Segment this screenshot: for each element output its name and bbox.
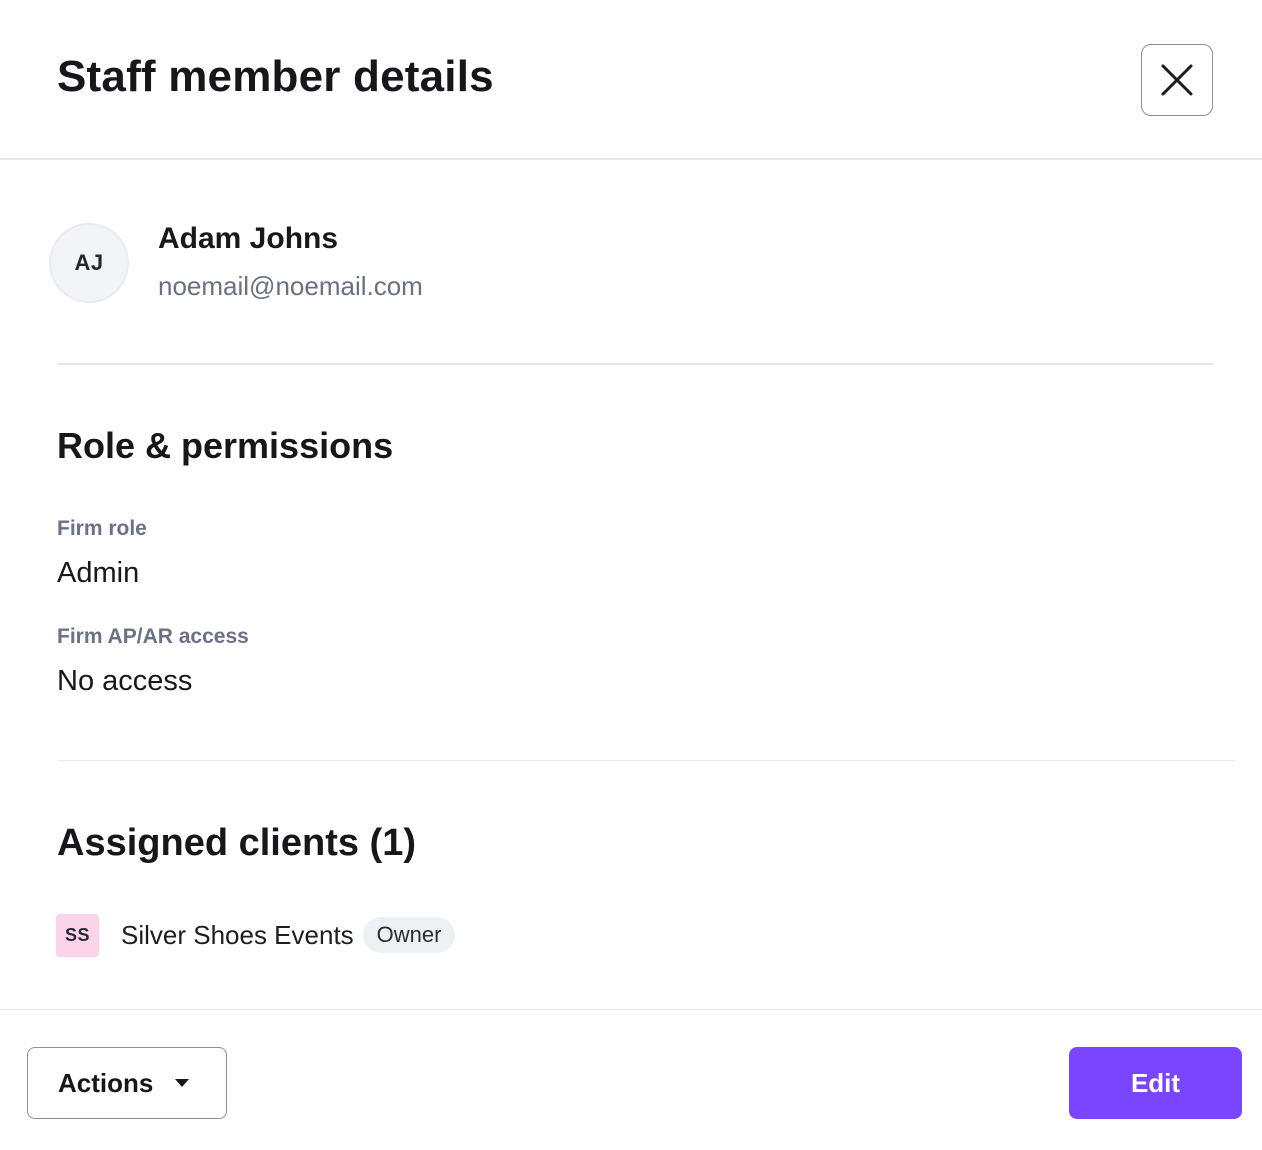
caret-down-icon: [175, 1079, 190, 1087]
ap-ar-access-label: Firm AP/AR access: [57, 625, 249, 648]
client-role-pill: Owner: [362, 917, 456, 953]
divider: [57, 760, 1235, 761]
client-name: Silver Shoes Events: [121, 919, 354, 950]
edit-button[interactable]: Edit: [1069, 1047, 1242, 1119]
staff-email: noemail@noemail.com: [158, 271, 423, 301]
divider: [57, 363, 1213, 365]
assigned-clients-heading: Assigned clients (1): [57, 822, 416, 864]
staff-details-panel: Staff member details AJ Adam Johns noema…: [0, 0, 1262, 1150]
page-title: Staff member details: [57, 52, 494, 101]
panel-footer: Actions Edit: [0, 1009, 1262, 1150]
firm-role-label: Firm role: [57, 517, 147, 540]
client-list-item[interactable]: SS Silver Shoes Events Owner: [56, 913, 456, 957]
actions-dropdown-button[interactable]: Actions: [27, 1047, 227, 1119]
close-button[interactable]: [1141, 44, 1213, 116]
client-initials-badge: SS: [56, 913, 99, 957]
role-permissions-heading: Role & permissions: [57, 425, 394, 466]
ap-ar-access-value: No access: [57, 665, 193, 697]
staff-name: Adam Johns: [158, 222, 339, 255]
firm-role-value: Admin: [57, 557, 140, 589]
actions-label: Actions: [58, 1067, 154, 1098]
close-icon: [1161, 64, 1193, 96]
avatar: AJ: [49, 223, 129, 303]
panel-header: Staff member details: [0, 0, 1262, 160]
